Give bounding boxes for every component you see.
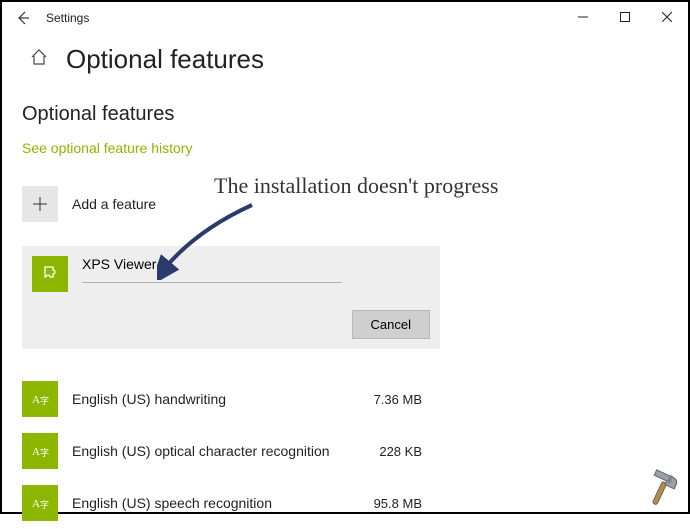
section-heading: Optional features: [22, 103, 668, 126]
close-button[interactable]: [646, 2, 688, 32]
list-item[interactable]: A 字 English (US) optical character recog…: [22, 425, 440, 477]
content-area: Optional features See optional feature h…: [2, 83, 688, 529]
title-bar: Settings: [2, 2, 688, 34]
svg-text:A: A: [32, 498, 40, 510]
installing-feature-name: XPS Viewer: [82, 256, 430, 272]
maximize-icon: [620, 12, 630, 22]
svg-text:A: A: [32, 394, 40, 406]
svg-text:字: 字: [40, 499, 49, 510]
page-header: Optional features: [2, 34, 688, 83]
feature-tile: A 字: [22, 381, 58, 417]
svg-text:字: 字: [40, 447, 49, 458]
language-icon: A 字: [29, 388, 51, 410]
feature-name: English (US) speech recognition: [72, 495, 272, 511]
feature-tile: A 字: [22, 433, 58, 469]
feature-name: English (US) handwriting: [72, 391, 226, 407]
install-progress-bar: [82, 282, 342, 283]
window-controls: [562, 2, 688, 32]
svg-text:A: A: [32, 446, 40, 458]
installing-feature-card[interactable]: XPS Viewer Cancel: [22, 246, 440, 349]
list-item[interactable]: A 字 English (US) speech recognition 95.8…: [22, 477, 440, 529]
page-title: Optional features: [66, 44, 264, 75]
annotation-text: The installation doesn't progress: [214, 173, 684, 199]
feature-tile: [32, 256, 68, 292]
maximize-button[interactable]: [604, 2, 646, 32]
language-icon: A 字: [29, 492, 51, 514]
feature-history-link[interactable]: See optional feature history: [22, 140, 192, 156]
feature-name: English (US) optical character recogniti…: [72, 443, 330, 459]
feature-size: 95.8 MB: [374, 496, 422, 511]
cancel-button[interactable]: Cancel: [352, 310, 430, 339]
window-title: Settings: [46, 11, 89, 25]
hammer-watermark-icon: [640, 464, 686, 510]
plus-icon: [31, 195, 49, 213]
feature-tile: A 字: [22, 485, 58, 521]
feature-size: 228 KB: [379, 444, 422, 459]
plus-tile: [22, 186, 58, 222]
language-icon: A 字: [29, 440, 51, 462]
back-button[interactable]: [12, 7, 34, 29]
feature-list: A 字 English (US) handwriting 7.36 MB A 字…: [22, 373, 440, 529]
puzzle-icon: [39, 263, 61, 285]
home-button[interactable]: [30, 48, 48, 71]
svg-text:字: 字: [40, 395, 49, 406]
list-item[interactable]: A 字 English (US) handwriting 7.36 MB: [22, 373, 440, 425]
feature-size: 7.36 MB: [374, 392, 422, 407]
add-feature-label: Add a feature: [72, 196, 156, 212]
home-icon: [30, 48, 48, 66]
minimize-button[interactable]: [562, 2, 604, 32]
arrow-left-icon: [15, 10, 31, 26]
minimize-icon: [578, 12, 588, 22]
close-icon: [662, 12, 672, 22]
